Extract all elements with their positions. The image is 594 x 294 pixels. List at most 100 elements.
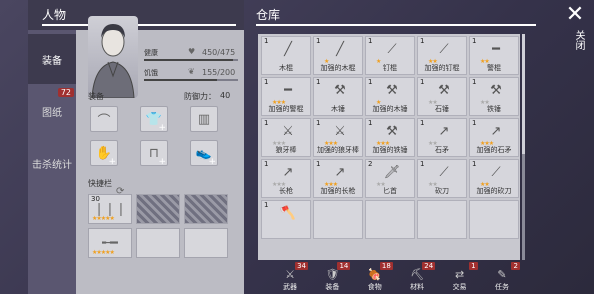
warehouse-item[interactable]: 1 ⚔ ★★★ 加强的狼牙棒	[313, 118, 363, 157]
slot-shirt[interactable]: 👕 +	[140, 106, 168, 133]
quick-slot-count: 30	[91, 195, 100, 203]
heart-icon: ♥	[188, 47, 196, 56]
category-tab[interactable]: 14 🛡 装备	[312, 262, 352, 294]
quest-icon: ✎	[497, 268, 507, 281]
title-underline	[256, 24, 536, 26]
health-value: 450/475	[202, 48, 236, 57]
warehouse-item[interactable]: 1 ⚒ ★★★ 加强的铁锤	[365, 118, 415, 157]
warehouse-item[interactable]: 1 ⚒ ★★ 石锤	[417, 77, 467, 116]
warehouse-item[interactable]: 1 ↗ ★★ 石矛	[417, 118, 467, 157]
warehouse-scrollbar[interactable]	[522, 34, 525, 260]
warehouse-item[interactable]: 1 ━ ★★ 警棍	[469, 36, 519, 75]
slot-hat[interactable]: ⌒	[90, 106, 118, 132]
warehouse-item[interactable]: 2 🗡 ★★ 匕首	[365, 159, 415, 198]
character-title: 人物	[42, 8, 67, 22]
slot-shoes[interactable]: 👟 +	[190, 140, 218, 167]
tab-blueprints-label: 图纸	[42, 107, 62, 119]
category-tab[interactable]: 1 ⇄ 交易	[440, 262, 480, 294]
item-count: 1	[420, 37, 425, 45]
item-count: 1	[316, 160, 321, 168]
item-count: 1	[264, 78, 269, 86]
item-count: 1	[420, 160, 425, 168]
empty	[374, 205, 410, 221]
item-name: 加强的铁锤	[372, 146, 408, 154]
category-tab[interactable]: 24 ⛏ 材料	[397, 262, 437, 294]
spear-icon: ↗	[438, 123, 450, 139]
vest-icon: ▥	[197, 111, 211, 127]
category-label: 食物	[367, 283, 382, 291]
spear-icon: ↗	[282, 164, 294, 180]
hammer-icon: ⚒	[386, 82, 398, 98]
category-tab[interactable]: 34 ⚔ 武器	[270, 262, 310, 294]
warehouse-item[interactable]: 1 ⚒ ★★ 铁锤	[469, 77, 519, 116]
warehouse-item[interactable]: 1 ╱ ★ 加强的木棍	[313, 36, 363, 75]
item-name: 砍刀	[435, 187, 449, 195]
warehouse-item[interactable]	[365, 200, 415, 239]
item-count: 1	[368, 78, 373, 86]
item-name: 木锤	[331, 105, 345, 113]
hunger-label: 饥饿	[144, 69, 158, 77]
warehouse-grid: 1 ╱ 木棍 1 ╱ ★ 加强的木棍 1 ⟋ ★ 钉棍 1 ⟋ ★★ 加强的钉棍 1 ━ ★★ 警棍 1 ━ ★★★ 加强的…	[258, 34, 520, 260]
warehouse-item[interactable]: 1 ╱ 木棍	[261, 36, 311, 75]
item-count: 1	[368, 119, 373, 127]
close-icon: ✕	[565, 2, 585, 27]
weapon-icon: ⚔	[285, 268, 295, 281]
category-tab[interactable]: 18 🍖 食物	[355, 262, 395, 294]
item-count: 1	[420, 119, 425, 127]
warehouse-item[interactable]	[417, 200, 467, 239]
empty	[478, 205, 514, 221]
health-label: 健康	[144, 49, 158, 57]
tab-kill-stats-label: 击杀统计	[32, 159, 72, 171]
hunger-bar	[144, 79, 238, 81]
warehouse-item[interactable]: 1 ⚒ ★ 加强的木锤	[365, 77, 415, 116]
item-name: 加强的警棍	[268, 105, 304, 113]
item-name: 加强的砍刀	[476, 187, 512, 195]
warehouse-item[interactable]	[313, 200, 363, 239]
slot-pants[interactable]: ⊓ +	[140, 140, 168, 167]
item-name: 狼牙棒	[275, 146, 297, 154]
scroll-thumb[interactable]	[522, 34, 525, 154]
warehouse-item[interactable]: 1 ━ ★★★ 加强的警棍	[261, 77, 311, 116]
quick-slot-stars: ★★★★★	[92, 249, 115, 256]
tab-blueprints[interactable]: 图纸 72	[28, 86, 76, 136]
warehouse-item[interactable]: 1 🪓	[261, 200, 311, 239]
quick-slot-1[interactable]: 30 ❘❘❘ ★★★★★	[88, 194, 132, 224]
quick-slot-3[interactable]	[184, 194, 228, 224]
category-tab[interactable]: 2 ✎ 任务	[482, 262, 522, 294]
quick-slot-5[interactable]	[136, 228, 180, 258]
item-name: 加强的石矛	[476, 146, 512, 154]
slot-vest[interactable]: ▥	[190, 106, 218, 132]
category-label: 交易	[452, 283, 467, 291]
item-name: 铁锤	[487, 105, 501, 113]
warehouse-item[interactable]: 1 ↗ ★★★ 加强的长枪	[313, 159, 363, 198]
warehouse-item[interactable]: 1 ⚔ ★★★ 狼牙棒	[261, 118, 311, 157]
character-portrait-icon	[91, 24, 135, 99]
tab-equipment[interactable]: 装备	[28, 34, 76, 84]
warehouse-item[interactable]: 1 ⟋ ★★ 加强的钉棍	[417, 36, 467, 75]
warehouse-item[interactable]: 1 ⟋ ★★ 加强的砍刀	[469, 159, 519, 198]
hat-icon: ⌒	[97, 113, 111, 129]
machete-icon: ⟋	[439, 164, 449, 180]
quick-slot-2[interactable]	[136, 194, 180, 224]
warehouse-item[interactable]: 1 ↗ ★★★ 加强的石矛	[469, 118, 519, 157]
warehouse-item[interactable]: 1 ⚒ 木锤	[313, 77, 363, 116]
item-count: 1	[264, 119, 269, 127]
warehouse-panel: 仓库 1 ╱ 木棍 1 ╱ ★ 加强的木棍 1 ⟋ ★ 钉棍 1 ⟋ ★★ 加强的钉棍 1 ━ ★★ 警棍 1 ━ ★★★…	[246, 0, 546, 294]
spear-icon: ↗	[490, 123, 502, 139]
hammer-icon: ⚒	[490, 82, 502, 98]
character-portrait	[88, 16, 138, 99]
category-badge: 18	[379, 262, 393, 270]
tab-kill-stats[interactable]: 击杀统计	[28, 138, 76, 188]
quick-slot-6[interactable]	[184, 228, 228, 258]
warehouse-item[interactable]: 1 ↗ ★★★ 长枪	[261, 159, 311, 198]
character-body: 健康 ♥ 450/475 饥饿 ❦ 155/200 装备 防御力： 40 ⌒ 👕…	[76, 14, 244, 294]
close-button[interactable]: ✕	[562, 2, 588, 28]
item-count: 1	[316, 78, 321, 86]
warehouse-item[interactable]: 1 ⟋ ★★ 砍刀	[417, 159, 467, 198]
slot-gloves[interactable]: ✋ +	[90, 140, 118, 167]
item-count: 2	[368, 160, 373, 168]
item-name: 长枪	[279, 187, 293, 195]
warehouse-item[interactable]: 1 ⟋ ★ 钉棍	[365, 36, 415, 75]
quick-slot-4[interactable]: ╾━ ★★★★★	[88, 228, 132, 258]
warehouse-item[interactable]	[469, 200, 519, 239]
